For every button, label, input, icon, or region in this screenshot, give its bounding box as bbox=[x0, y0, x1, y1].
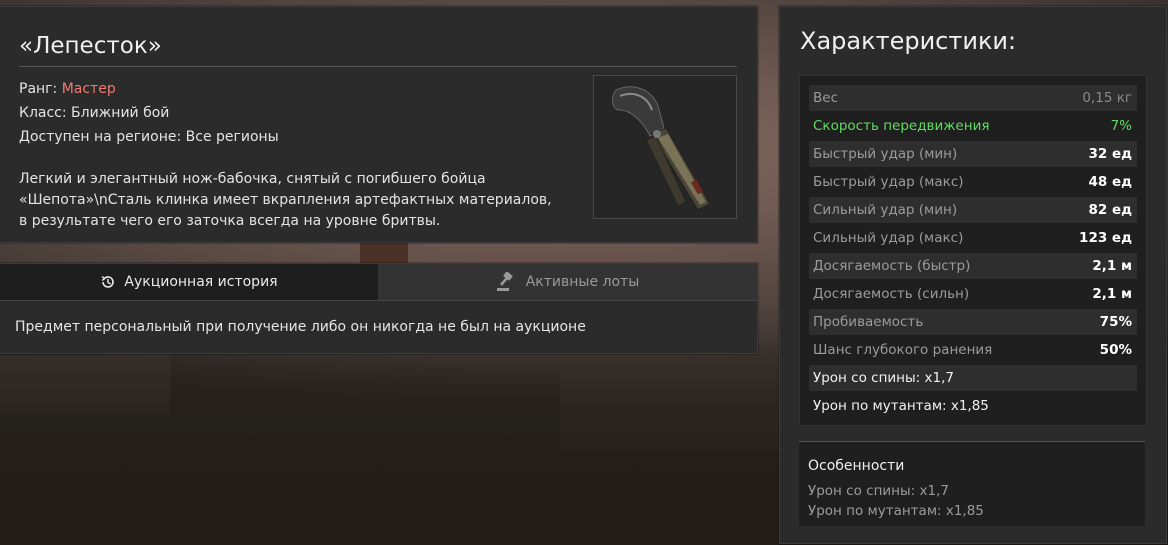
features-box: Особенности Урон со спины: x1,7 Урон по … bbox=[799, 441, 1145, 526]
stat-row-fast-min: Быстрый удар (мин) 32 ед bbox=[809, 141, 1137, 167]
features-title: Особенности bbox=[808, 458, 905, 474]
stat-row-penetration: Пробиваемость 75% bbox=[809, 309, 1137, 335]
stats-list: Вес 0,15 кг Скорость передвижения 7% Быс… bbox=[799, 75, 1147, 426]
stat-row-backstab: Урон со спины: x1,7 bbox=[809, 365, 1137, 391]
stat-key: Скорость передвижения bbox=[813, 118, 990, 134]
stat-value: 75% bbox=[1099, 314, 1132, 330]
stat-value: 123 ед bbox=[1079, 230, 1132, 246]
history-icon bbox=[101, 275, 115, 288]
stat-value: 2,1 м bbox=[1092, 258, 1132, 274]
stat-row-reach-fast: Досягаемость (быстр) 2,1 м bbox=[809, 253, 1137, 279]
title-divider bbox=[19, 66, 737, 67]
class-line: Класс: Ближний бой bbox=[19, 105, 170, 121]
region-line: Доступен на регионе: Все регионы bbox=[19, 129, 279, 145]
gavel-icon bbox=[496, 272, 513, 291]
stat-row-fast-max: Быстрый удар (макс) 48 ед bbox=[809, 169, 1137, 195]
stat-value: 50% bbox=[1099, 342, 1132, 358]
stat-value: 2,1 м bbox=[1092, 286, 1132, 302]
stat-value: 0,15 кг bbox=[1082, 90, 1132, 106]
stat-key: Шанс глубокого ранения bbox=[813, 342, 993, 358]
stat-row-speed: Скорость передвижения 7% bbox=[809, 113, 1137, 139]
tab-auction-history-label: Аукционная история bbox=[124, 274, 278, 290]
stat-value: 82 ед bbox=[1088, 202, 1132, 218]
auction-panel: Аукционная история Активные лоты Предмет… bbox=[0, 263, 758, 354]
item-image-frame bbox=[593, 75, 737, 219]
stat-row-bleed: Шанс глубокого ранения 50% bbox=[809, 337, 1137, 363]
item-description: Легкий и элегантный нож-бабочка, снятый … bbox=[19, 171, 552, 229]
stat-key: Быстрый удар (макс) bbox=[813, 174, 964, 190]
item-info-panel: «Лепесток» Ранг: Мастер Класс: Ближний б… bbox=[0, 6, 758, 243]
tab-auction-history[interactable]: Аукционная история bbox=[0, 264, 378, 300]
item-title: «Лепесток» bbox=[19, 33, 162, 59]
stat-key: Сильный удар (мин) bbox=[813, 202, 958, 218]
stat-key: Сильный удар (макс) bbox=[813, 230, 964, 246]
feature-line: Урон по мутантам: x1,85 bbox=[808, 503, 984, 519]
tab-active-lots[interactable]: Активные лоты bbox=[378, 264, 757, 300]
stat-row-weight: Вес 0,15 кг bbox=[809, 85, 1137, 111]
stats-panel: Характеристики: Вес 0,15 кг Скорость пер… bbox=[779, 6, 1167, 544]
stat-row-reach-strong: Досягаемость (сильн) 2,1 м bbox=[809, 281, 1137, 307]
rank-line: Ранг: Мастер bbox=[19, 81, 116, 97]
stat-key: Вес bbox=[813, 90, 838, 106]
stat-value: 7% bbox=[1110, 118, 1132, 134]
stat-key: Досягаемость (быстр) bbox=[813, 258, 971, 274]
stat-row-mutant: Урон по мутантам: x1,85 bbox=[809, 393, 1137, 419]
stat-key: Досягаемость (сильн) bbox=[813, 286, 970, 302]
stat-value: 48 ед bbox=[1088, 174, 1132, 190]
stats-title: Характеристики: bbox=[800, 27, 1017, 55]
stat-row-strong-max: Сильный удар (макс) 123 ед bbox=[809, 225, 1137, 251]
feature-line: Урон со спины: x1,7 bbox=[808, 483, 949, 499]
stat-key: Урон по мутантам: x1,85 bbox=[813, 398, 989, 414]
tab-divider bbox=[0, 300, 757, 301]
butterfly-knife-icon bbox=[612, 86, 711, 211]
stat-key: Урон со спины: x1,7 bbox=[813, 370, 954, 386]
stat-key: Пробиваемость bbox=[813, 314, 924, 330]
rank-value: Мастер bbox=[61, 81, 116, 97]
tab-active-lots-label: Активные лоты bbox=[525, 274, 640, 290]
stat-key: Быстрый удар (мин) bbox=[813, 146, 958, 162]
auction-note: Предмет персональный при получение либо … bbox=[15, 319, 586, 335]
rank-label: Ранг: bbox=[19, 81, 58, 97]
stat-value: 32 ед bbox=[1088, 146, 1132, 162]
stat-row-strong-min: Сильный удар (мин) 82 ед bbox=[809, 197, 1137, 223]
